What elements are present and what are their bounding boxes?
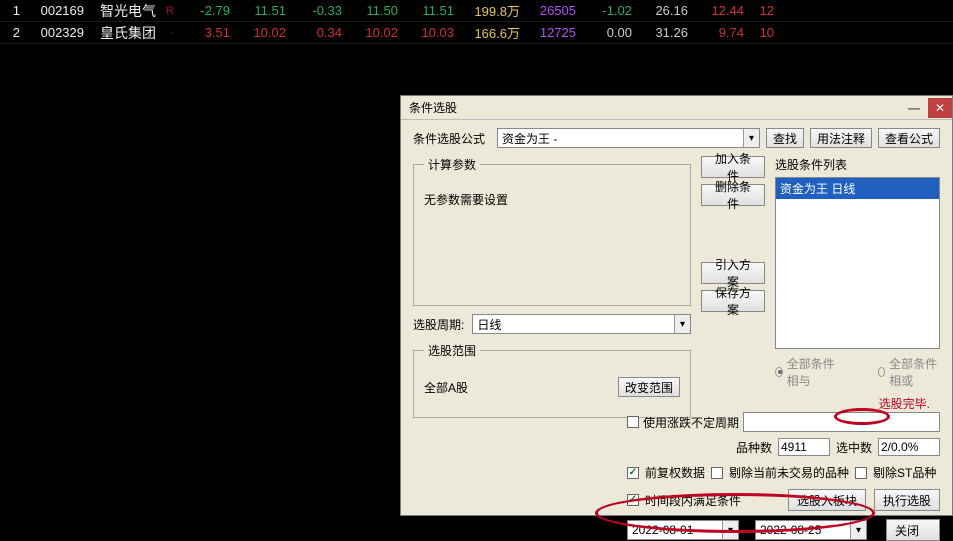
stock-code: 002169 [24, 3, 88, 18]
condition-list-label: 选股条件列表 [775, 156, 940, 173]
stock-name: 智光电气 [88, 1, 160, 21]
formula-value: 资金为王 - [502, 130, 557, 147]
cell: 0.34 [290, 25, 346, 40]
calc-params-group: 计算参数 无参数需要设置 [413, 156, 691, 306]
mark: R [160, 5, 178, 17]
radio-and[interactable]: 全部条件相与 [775, 355, 838, 389]
stock-name: 皇氏集团 [88, 23, 160, 43]
fq-label: 前复权数据 [645, 464, 705, 481]
cell: 11.51 [234, 3, 290, 18]
mark: · [160, 27, 178, 39]
formula-select[interactable]: 资金为王 - ▾ [497, 128, 760, 148]
count-sel-value: 2/0.0% [878, 438, 940, 456]
remove-nontrade-checkbox[interactable] [711, 467, 723, 479]
cell: 26.16 [636, 3, 692, 18]
save-plan-button[interactable]: 保存方案 [701, 290, 765, 312]
find-button[interactable]: 查找 [766, 128, 804, 148]
chevron-down-icon[interactable]: ▾ [743, 129, 759, 147]
list-item[interactable]: 资金为王 日线 [776, 178, 939, 199]
fq-checkbox[interactable] [627, 467, 639, 479]
count-kind-value: 4911 [778, 438, 830, 456]
group-legend: 选股范围 [424, 342, 480, 359]
close-button[interactable]: 关闭 [886, 519, 940, 541]
change-scope-button[interactable]: 改变范围 [618, 377, 680, 397]
row-index: 2 [0, 25, 24, 40]
cell: 10.03 [402, 25, 458, 40]
dialog-title: 条件选股 [409, 99, 902, 116]
cell: 11.50 [346, 3, 402, 18]
date-separator: - [745, 523, 749, 537]
radio-or[interactable]: 全部条件相或 [878, 355, 941, 389]
view-formula-button[interactable]: 查看公式 [878, 128, 940, 148]
turnover: 26505 [524, 3, 580, 18]
close-icon[interactable]: ✕ [928, 98, 952, 118]
use-period-checkbox[interactable] [627, 416, 639, 428]
cell: 12 [748, 3, 778, 18]
volume: 199.8万 [458, 1, 524, 20]
chevron-down-icon[interactable]: ▾ [722, 521, 738, 539]
add-block-button[interactable]: 选股入板块 [788, 489, 866, 511]
cell: 10.02 [234, 25, 290, 40]
cell: -0.33 [290, 3, 346, 18]
period-value: 日线 [477, 316, 501, 333]
use-period-input[interactable] [743, 412, 940, 432]
remove-nontrade-label: 剔除当前未交易的品种 [729, 464, 849, 481]
cell: 10.02 [346, 25, 402, 40]
cell: 10 [748, 25, 778, 40]
turnover: 12725 [524, 25, 580, 40]
no-params-text: 无参数需要设置 [424, 191, 508, 208]
table-row[interactable]: 2 002329 皇氏集团 · 3.51 10.02 0.34 10.02 10… [0, 22, 953, 44]
minimize-icon[interactable]: — [902, 98, 926, 118]
use-period-label: 使用涨跌不定周期 [643, 414, 739, 431]
table-row[interactable]: 1 002169 智光电气 R -2.79 11.51 -0.33 11.50 … [0, 0, 953, 22]
cell: -2.79 [178, 3, 234, 18]
group-legend: 计算参数 [424, 156, 480, 173]
cell: 9.74 [692, 25, 748, 40]
add-condition-button[interactable]: 加入条件 [701, 156, 765, 178]
cell: -1.02 [580, 3, 636, 18]
count-sel-label: 选中数 [836, 439, 872, 456]
cell: 11.51 [402, 3, 458, 18]
remove-st-checkbox[interactable] [855, 467, 867, 479]
condition-stock-dialog: 条件选股 — ✕ 条件选股公式 资金为王 - ▾ 查找 用法注释 查看公式 计算… [400, 95, 953, 516]
time-range-label: 时间段内满足条件 [645, 492, 741, 509]
count-kind-label: 品种数 [736, 439, 772, 456]
cell: 31.26 [636, 25, 692, 40]
row-index: 1 [0, 3, 24, 18]
remove-st-label: 剔除ST品种 [873, 464, 936, 481]
delete-condition-button[interactable]: 删除条件 [701, 184, 765, 206]
time-range-checkbox[interactable] [627, 494, 639, 506]
period-select[interactable]: 日线 ▾ [472, 314, 691, 334]
chevron-down-icon[interactable]: ▾ [674, 315, 690, 333]
stock-table: 1 002169 智光电气 R -2.79 11.51 -0.33 11.50 … [0, 0, 953, 44]
usage-button[interactable]: 用法注释 [810, 128, 872, 148]
exec-button[interactable]: 执行选股 [874, 489, 940, 511]
chevron-down-icon[interactable]: ▾ [850, 521, 866, 539]
scope-group: 选股范围 全部A股 改变范围 [413, 342, 691, 418]
date-from-input[interactable]: 2022-08-01 ▾ [627, 520, 739, 540]
radio-icon [775, 367, 783, 377]
scope-value: 全部A股 [424, 379, 468, 396]
titlebar[interactable]: 条件选股 — ✕ [401, 96, 952, 120]
stock-code: 002329 [24, 25, 88, 40]
cell: 0.00 [580, 25, 636, 40]
volume: 166.6万 [458, 23, 524, 42]
period-label: 选股周期: [413, 316, 464, 333]
date-to-input[interactable]: 2022-08-25 ▾ [755, 520, 867, 540]
cell: 12.44 [692, 3, 748, 18]
radio-icon [878, 367, 886, 377]
cell: 3.51 [178, 25, 234, 40]
formula-label: 条件选股公式 [413, 130, 491, 147]
import-plan-button[interactable]: 引入方案 [701, 262, 765, 284]
condition-list[interactable]: 资金为王 日线 [775, 177, 940, 349]
status-text: 选股完毕. [775, 395, 940, 412]
